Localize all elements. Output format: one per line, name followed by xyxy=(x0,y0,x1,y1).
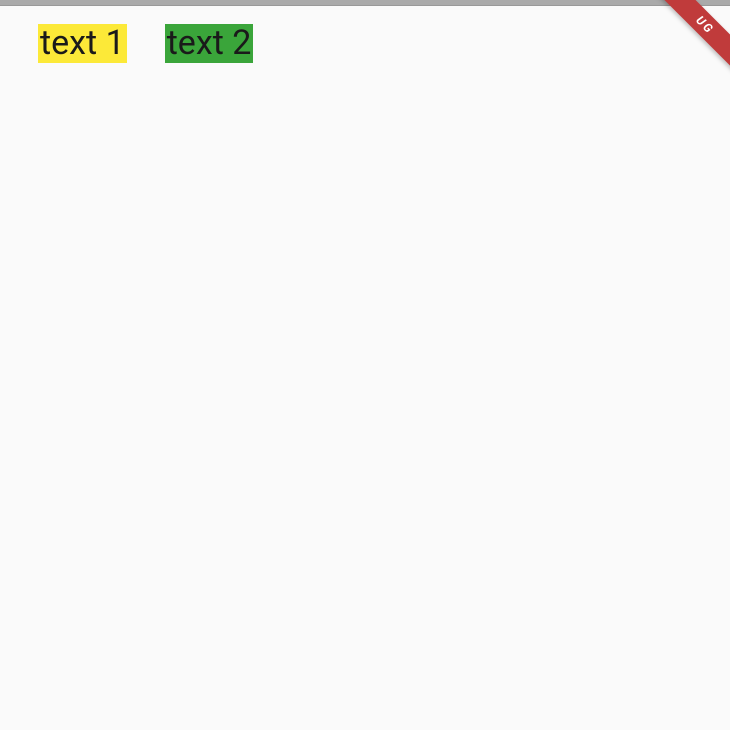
content-row: text 1 text 2 xyxy=(0,6,730,81)
text-widget-2: text 2 xyxy=(165,24,254,63)
text-widget-1: text 1 xyxy=(38,24,127,63)
